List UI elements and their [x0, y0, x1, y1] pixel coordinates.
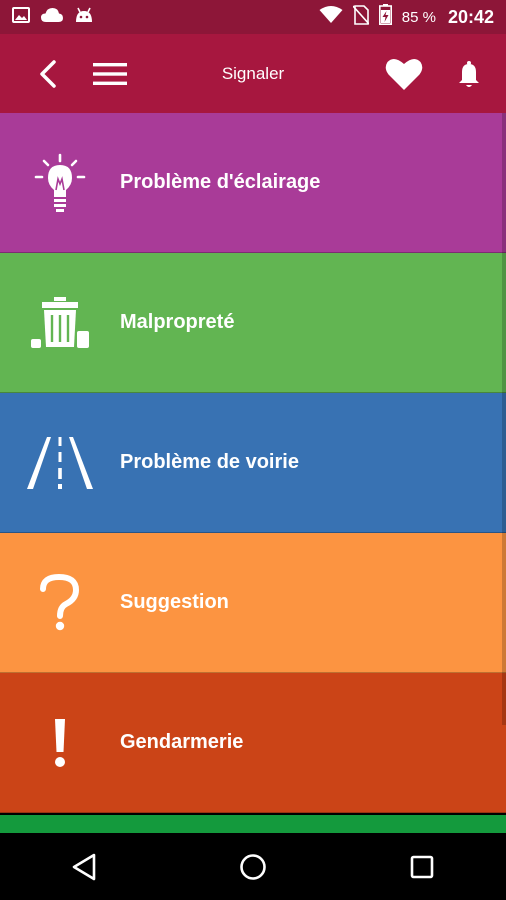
- no-sim-icon: [352, 4, 370, 30]
- battery-charging-icon: [378, 4, 392, 30]
- lightbulb-icon: [0, 113, 120, 253]
- category-row-eclairage[interactable]: Problème d'éclairage: [0, 113, 506, 253]
- status-bar: 85 % 20:42: [0, 0, 506, 34]
- category-row-suggestion[interactable]: Suggestion: [0, 533, 506, 673]
- category-label: Suggestion: [120, 591, 229, 613]
- wifi-icon: [319, 5, 343, 29]
- exclamation-icon: [0, 673, 120, 813]
- category-label: Gendarmerie: [120, 731, 244, 753]
- app-bar: Signaler: [0, 34, 506, 113]
- recents-square-icon[interactable]: [392, 837, 452, 897]
- category-row-voirie[interactable]: Problème de voirie: [0, 393, 506, 533]
- status-bar-right: 85 % 20:42: [319, 4, 494, 30]
- category-row-partial[interactable]: [0, 815, 506, 833]
- question-mark-icon: [0, 533, 120, 673]
- bell-icon[interactable]: [452, 56, 486, 92]
- back-arrow-icon[interactable]: [28, 54, 68, 94]
- android-icon: [74, 6, 94, 29]
- menu-icon[interactable]: [88, 54, 132, 94]
- cloud-icon: [40, 7, 64, 28]
- category-label: Problème de voirie: [120, 451, 299, 473]
- page-title: Signaler: [221, 63, 285, 83]
- system-nav-bar: [0, 833, 506, 900]
- trash-can-icon: [0, 253, 120, 393]
- category-row-malproprete[interactable]: Malpropreté: [0, 253, 506, 393]
- home-circle-icon[interactable]: [223, 837, 283, 897]
- category-label: Malpropreté: [120, 311, 235, 333]
- scrollbar[interactable]: [502, 113, 506, 725]
- heart-icon[interactable]: [382, 52, 426, 96]
- category-row-gendarmerie[interactable]: Gendarmerie: [0, 673, 506, 813]
- clock: 20:42: [447, 6, 494, 27]
- back-triangle-icon[interactable]: [54, 837, 114, 897]
- battery-percent: 85 %: [401, 8, 436, 26]
- road-icon: [0, 393, 120, 533]
- category-list: Problème d'éclairage Malpropreté Problèm…: [0, 113, 506, 813]
- category-label: Problème d'éclairage: [120, 171, 321, 193]
- status-bar-left: [12, 6, 94, 29]
- image-icon: [12, 6, 30, 29]
